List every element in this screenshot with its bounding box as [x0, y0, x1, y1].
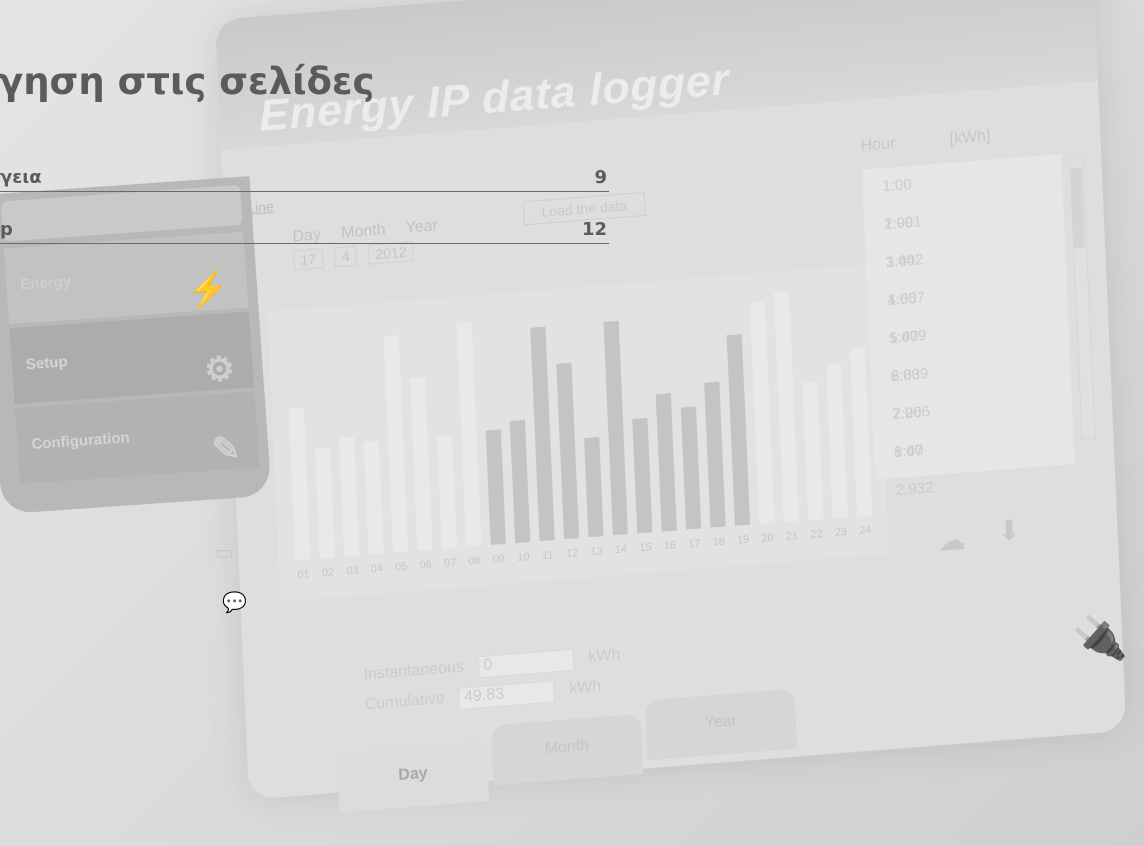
chart-bar: [338, 436, 360, 557]
chart-bar: [314, 447, 335, 559]
toc-entry-page: 9: [594, 167, 607, 188]
chart-bar: [825, 364, 848, 519]
instantaneous-unit: kWh: [588, 646, 621, 666]
x-tick-label: 08: [468, 555, 481, 568]
x-tick-label: 23: [835, 526, 848, 539]
pencil-icon: ✎: [210, 429, 242, 470]
x-tick-label: 06: [419, 559, 432, 572]
chart-bar: [726, 334, 751, 526]
network-icon: ▭: [215, 540, 234, 564]
chart-bar: [509, 419, 531, 544]
plug-icon: 🔌: [1071, 611, 1129, 667]
chart-bar: [363, 440, 384, 555]
tab-day[interactable]: Day: [337, 740, 490, 813]
x-tick-label: 04: [370, 563, 383, 576]
x-tick-label: 03: [346, 564, 359, 577]
chart-bar: [749, 301, 775, 524]
x-tick-label: 11: [542, 549, 554, 562]
hour-column-header: Hour: [860, 135, 896, 155]
toc-entry[interactable]: γεια 9: [0, 165, 609, 192]
chart-bar: [773, 292, 799, 523]
chart-bar: [456, 322, 482, 547]
chart-bar: [556, 362, 580, 540]
device-screenshot: Energy IP data logger Line Day Month Yea…: [215, 0, 1144, 820]
tab-year[interactable]: Year: [644, 688, 797, 761]
chart-bar: [704, 381, 726, 528]
x-tick-label: 17: [688, 538, 701, 551]
bar-chart-svg: 01 02 03 04 05 06 07 08 09 10 11 12 13 14 15 16 17 18 19 20…: [288, 292, 873, 581]
cumulative-label: Cumulative: [364, 690, 446, 714]
chart-bar: [849, 347, 873, 517]
sidebar-item-label: Energy: [19, 272, 72, 294]
year-select[interactable]: 2012: [368, 241, 414, 265]
toc-entry-label: γεια: [0, 167, 42, 188]
x-tick-label: 01: [297, 568, 310, 581]
month-select[interactable]: 4: [334, 245, 358, 268]
cloud-icon[interactable]: ☁: [937, 523, 966, 558]
chart-bar: [802, 381, 824, 521]
sidebar-item-label: Configuration: [30, 429, 131, 453]
page-title: γηση στις σελίδες: [0, 60, 375, 103]
x-tick-label: 12: [566, 547, 579, 560]
tab-month[interactable]: Month: [490, 713, 644, 786]
sidebar-item-configuration[interactable]: Configuration ✎: [14, 391, 260, 484]
chat-icon: 💬: [222, 590, 247, 614]
x-tick-label: 02: [322, 566, 335, 579]
x-tick-label: 05: [395, 561, 408, 574]
x-tick-label: 10: [517, 551, 530, 564]
chart-bar: [383, 335, 409, 553]
x-tick-label: 22: [810, 528, 823, 541]
toc-entry[interactable]: p 12: [0, 217, 609, 244]
x-tick-label: 07: [444, 557, 457, 570]
chart-bar: [680, 406, 702, 530]
x-tick-label: 24: [859, 524, 872, 537]
x-tick-label: 09: [493, 553, 506, 566]
sidebar-item-energy[interactable]: Energy ⚡: [3, 231, 249, 325]
day-select[interactable]: 17: [293, 248, 324, 271]
toc-entry-page: 12: [581, 219, 607, 240]
x-tick-label: 18: [712, 536, 725, 549]
chart-bar: [409, 376, 433, 551]
x-tick-label: 15: [639, 541, 652, 554]
x-tick-label: 21: [786, 530, 799, 543]
chart-bar: [530, 326, 555, 542]
x-tick-label: 20: [761, 532, 774, 545]
chart-bar: [632, 417, 653, 534]
sidebar-item-label: Setup: [25, 353, 69, 374]
chart-bar: [485, 429, 506, 545]
sidebar-item-setup[interactable]: Setup ⚙: [9, 311, 255, 405]
kwh-column-header: [kWh]: [949, 127, 991, 148]
download-icon[interactable]: ⬇: [997, 513, 1022, 548]
toc-entry-label: p: [0, 219, 13, 240]
chart-bar: [436, 435, 458, 549]
hourly-table: 1:001.991 2:001.442 3:001.557 4:001.479 …: [861, 154, 1075, 499]
chart-bar: [655, 393, 677, 532]
x-tick-label: 14: [615, 543, 628, 556]
chart-bar: [584, 437, 604, 538]
energy-chart: 01 02 03 04 05 06 07 08 09 10 11 12 13 14 15 16 17 18 19 20…: [267, 263, 889, 602]
x-tick-label: 16: [664, 539, 677, 552]
cumulative-unit: kWh: [568, 677, 602, 698]
chart-bar: [288, 407, 311, 561]
x-tick-label: 19: [737, 534, 750, 547]
chart-bar: [603, 320, 628, 536]
x-tick-label: 13: [590, 545, 603, 558]
